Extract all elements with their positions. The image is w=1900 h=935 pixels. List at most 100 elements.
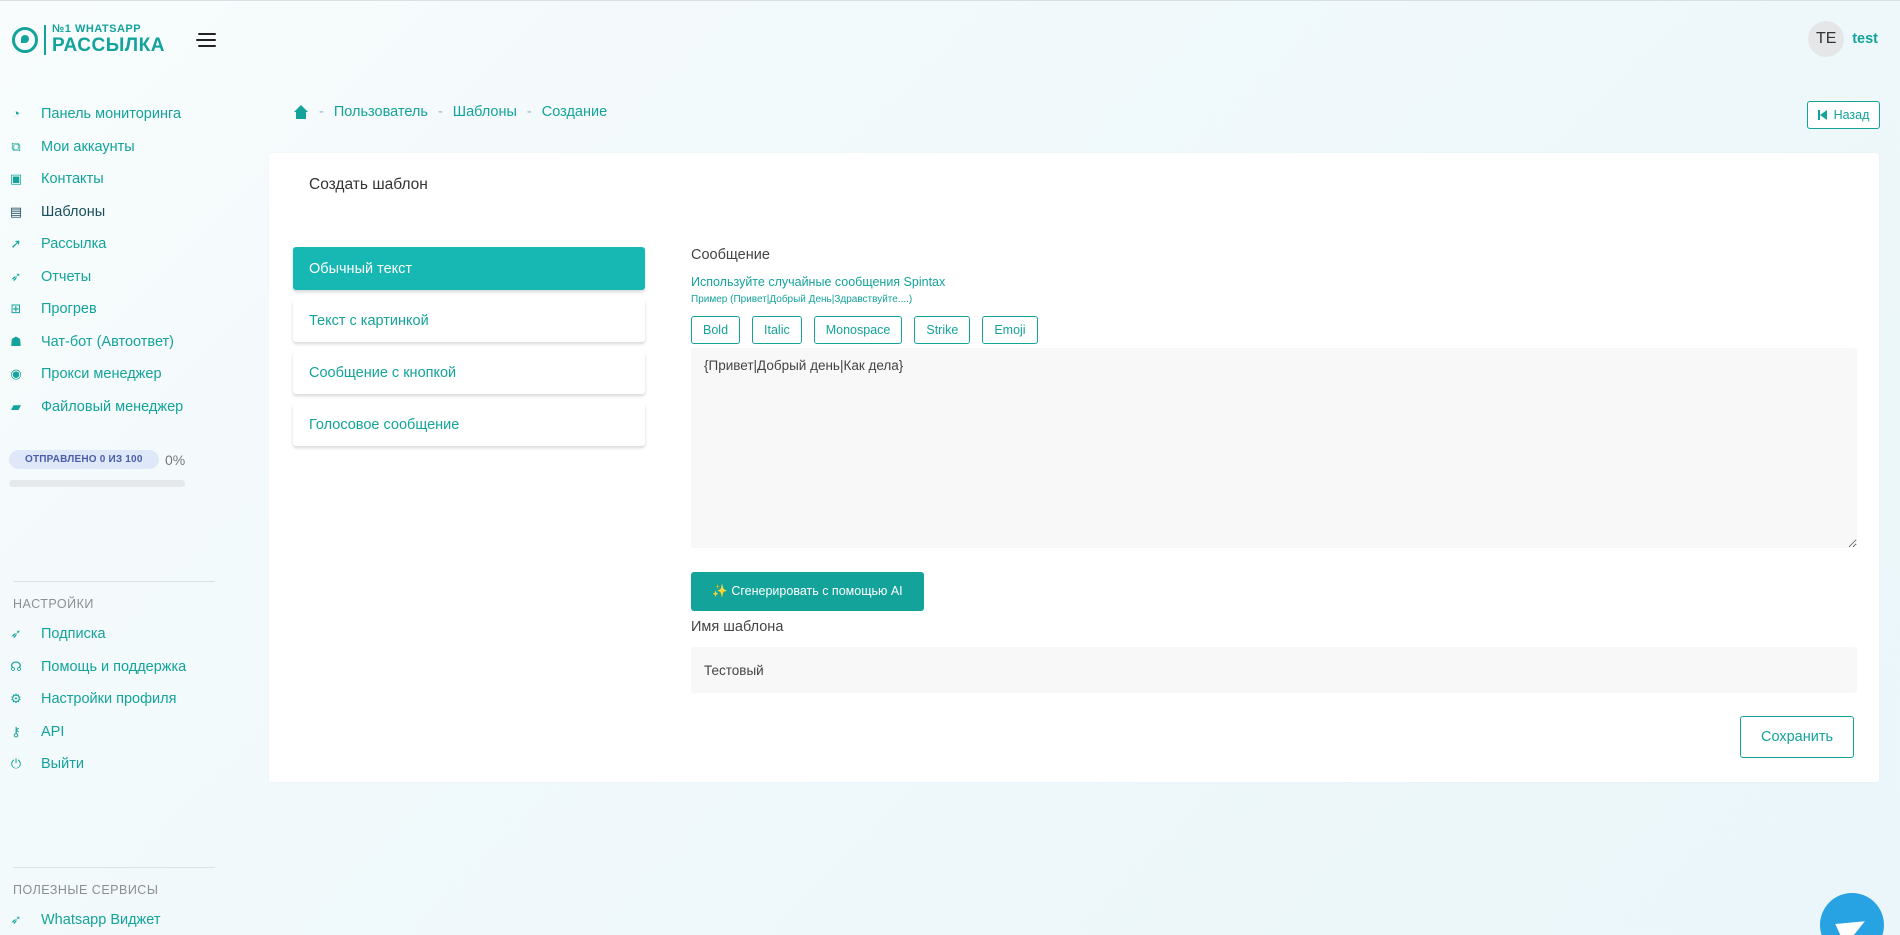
back-button[interactable]: Назад	[1807, 101, 1880, 129]
sent-percent: 0%	[165, 452, 186, 468]
card-title: Создать шаблон	[309, 176, 428, 193]
key-icon: ⚷	[11, 723, 21, 739]
rocket-icon: ➶	[10, 268, 22, 284]
breadcrumb: - Пользователь - Шаблоны - Создание	[293, 104, 607, 120]
proxy-icon: ◉	[10, 366, 22, 382]
username: test	[1852, 31, 1878, 47]
breadcrumb-separator: -	[319, 104, 324, 120]
logo-badge: №1	[52, 23, 72, 35]
sidebar-item-support[interactable]: ☊ Помощь и поддержка	[0, 651, 230, 684]
sidebar-item-api[interactable]: ⚷ API	[0, 716, 230, 749]
sidebar-item-subscription[interactable]: ➶ Подписка	[0, 618, 230, 651]
sidebar-item-label: Помощь и поддержка	[41, 658, 187, 675]
home-icon[interactable]	[293, 105, 309, 119]
sidebar-item-label: Контакты	[41, 171, 104, 188]
robot-icon: ☗	[10, 333, 22, 349]
breadcrumb-separator: -	[437, 104, 443, 120]
templates-icon: ▤	[9, 203, 23, 219]
sent-progress-bar	[9, 480, 185, 487]
tab-message-with-button[interactable]: Сообщение с кнопкой	[293, 351, 645, 394]
services-section-title: ПОЛЕЗНЫЕ СЕРВИСЫ	[13, 883, 159, 897]
format-toolbar: Bold Italic Monospace Strike Emoji	[691, 316, 1038, 344]
generate-ai-button[interactable]: ✨ Сгенерировать с помощью AI	[691, 572, 924, 611]
tab-text-with-image[interactable]: Текст с картинкой	[293, 299, 645, 342]
sidebar-item-logout[interactable]: ⏻ Выйти	[0, 748, 230, 781]
gear-icon: ⚙	[10, 691, 22, 707]
template-name-label: Имя шаблона	[691, 619, 784, 635]
sidebar-item-templates[interactable]: ▤ Шаблоны	[0, 196, 230, 229]
breadcrumb-create: Создание	[541, 104, 608, 120]
logo-line2: РАССЫЛКА	[52, 35, 165, 56]
template-name-input[interactable]	[691, 647, 1857, 693]
tab-plain-text[interactable]: Обычный текст	[293, 247, 645, 290]
whatsapp-logo-icon	[12, 26, 38, 53]
sidebar-item-proxy[interactable]: ◉ Прокси менеджер	[0, 358, 230, 391]
save-button[interactable]: Сохранить	[1740, 716, 1854, 758]
create-template-card: Создать шаблон Обычный текст Текст с кар…	[269, 153, 1879, 782]
rocket-icon: ➶	[10, 626, 22, 642]
folder-icon: ▰	[11, 398, 21, 414]
spintax-example: Пример (Привет|Добрый День|Здравствуйте.…	[691, 294, 913, 305]
brand-logo[interactable]: №1 WHATSAPP РАССЫЛКА	[12, 24, 165, 55]
sidebar-item-label: Файловый менеджер	[41, 398, 184, 415]
sidebar-item-dashboard[interactable]: ◔ Панель мониторинга	[0, 98, 230, 131]
power-icon: ⏻	[10, 756, 22, 772]
sidebar-item-profile-settings[interactable]: ⚙ Настройки профиля	[0, 683, 230, 716]
sidebar-item-label: Прогрев	[41, 301, 97, 318]
menu-toggle-icon[interactable]	[196, 32, 216, 48]
sidebar-item-reports[interactable]: ➶ Отчеты	[0, 261, 230, 294]
breadcrumb-separator: -	[526, 104, 532, 120]
logo-line1: WHATSAPP	[74, 23, 142, 35]
message-textarea[interactable]: {Привет|Добрый день|Как дела}	[691, 348, 1857, 548]
user-menu[interactable]: TE test	[1808, 21, 1878, 57]
contacts-icon: ▣	[9, 171, 23, 187]
template-type-tabs: Обычный текст Текст с картинкой Сообщени…	[293, 247, 645, 455]
sidebar-item-files[interactable]: ▰ Файловый менеджер	[0, 391, 230, 424]
monospace-button[interactable]: Monospace	[813, 316, 903, 344]
sidebar-item-label: Отчеты	[41, 268, 92, 285]
headset-icon: ☊	[10, 658, 22, 674]
logo-text: №1 WHATSAPP РАССЫЛКА	[52, 23, 165, 56]
sidebar-item-warmup[interactable]: ⊞ Прогрев	[0, 293, 230, 326]
services-nav: ➶ Whatsapp Виджет	[0, 904, 230, 935]
back-button-label: Назад	[1833, 108, 1870, 122]
sidebar-item-accounts[interactable]: ⧉ Мои аккаунты	[0, 131, 230, 164]
breadcrumb-user[interactable]: Пользователь	[334, 104, 428, 120]
rocket-icon: ➶	[10, 912, 22, 928]
strike-button[interactable]: Strike	[914, 316, 971, 344]
emoji-button[interactable]: Emoji	[982, 316, 1038, 344]
spintax-hint: Используйте случайные сообщения Spintax	[691, 275, 946, 289]
message-label: Сообщение	[691, 247, 770, 263]
italic-button[interactable]: Italic	[752, 316, 802, 344]
settings-divider	[13, 581, 215, 582]
sidebar-item-whatsapp-widget[interactable]: ➶ Whatsapp Виджет	[0, 904, 230, 935]
sidebar-item-label: Шаблоны	[41, 203, 106, 220]
telegram-plane-icon	[1835, 912, 1871, 935]
gauge-icon: ◔	[12, 106, 20, 122]
sidebar-item-label: Подписка	[41, 626, 106, 643]
sidebar-item-mailing[interactable]: ➚ Рассылка	[0, 228, 230, 261]
settings-nav: ➶ Подписка ☊ Помощь и поддержка ⚙ Настройки…	[0, 618, 230, 781]
sidebar-item-label: Выйти	[41, 756, 84, 773]
breadcrumb-templates[interactable]: Шаблоны	[453, 104, 517, 120]
sidebar-item-label: Настройки профиля	[41, 691, 177, 708]
sidebar-item-label: Панель мониторинга	[41, 106, 182, 123]
sidebar-item-label: API	[41, 723, 65, 740]
main-nav: ◔ Панель мониторинга ⧉ Мои аккаунты ▣ Конта…	[0, 98, 230, 423]
sidebar: №1 WHATSAPP РАССЫЛКА ◔ Панель мониторинга…	[0, 0, 230, 935]
sidebar-item-label: Мои аккаунты	[41, 138, 135, 155]
top-border	[0, 0, 1900, 1]
sidebar-item-label: Чат-бот (Автоответ)	[41, 333, 175, 350]
sidebar-item-label: Прокси менеджер	[41, 366, 162, 383]
telegram-button[interactable]	[1820, 893, 1884, 935]
bold-button[interactable]: Bold	[691, 316, 741, 344]
tab-voice-message[interactable]: Голосовое сообщение	[293, 403, 645, 446]
sidebar-item-contacts[interactable]: ▣ Контакты	[0, 163, 230, 196]
accounts-icon: ⧉	[11, 138, 21, 154]
sidebar-item-label: Рассылка	[41, 236, 107, 253]
skip-back-icon	[1817, 110, 1827, 120]
avatar: TE	[1808, 21, 1845, 57]
sent-count-badge: ОТПРАВЛЕНО 0 ИЗ 100	[9, 450, 159, 469]
settings-section-title: НАСТРОЙКИ	[13, 597, 94, 611]
sidebar-item-chatbot[interactable]: ☗ Чат-бот (Автоответ)	[0, 326, 230, 359]
